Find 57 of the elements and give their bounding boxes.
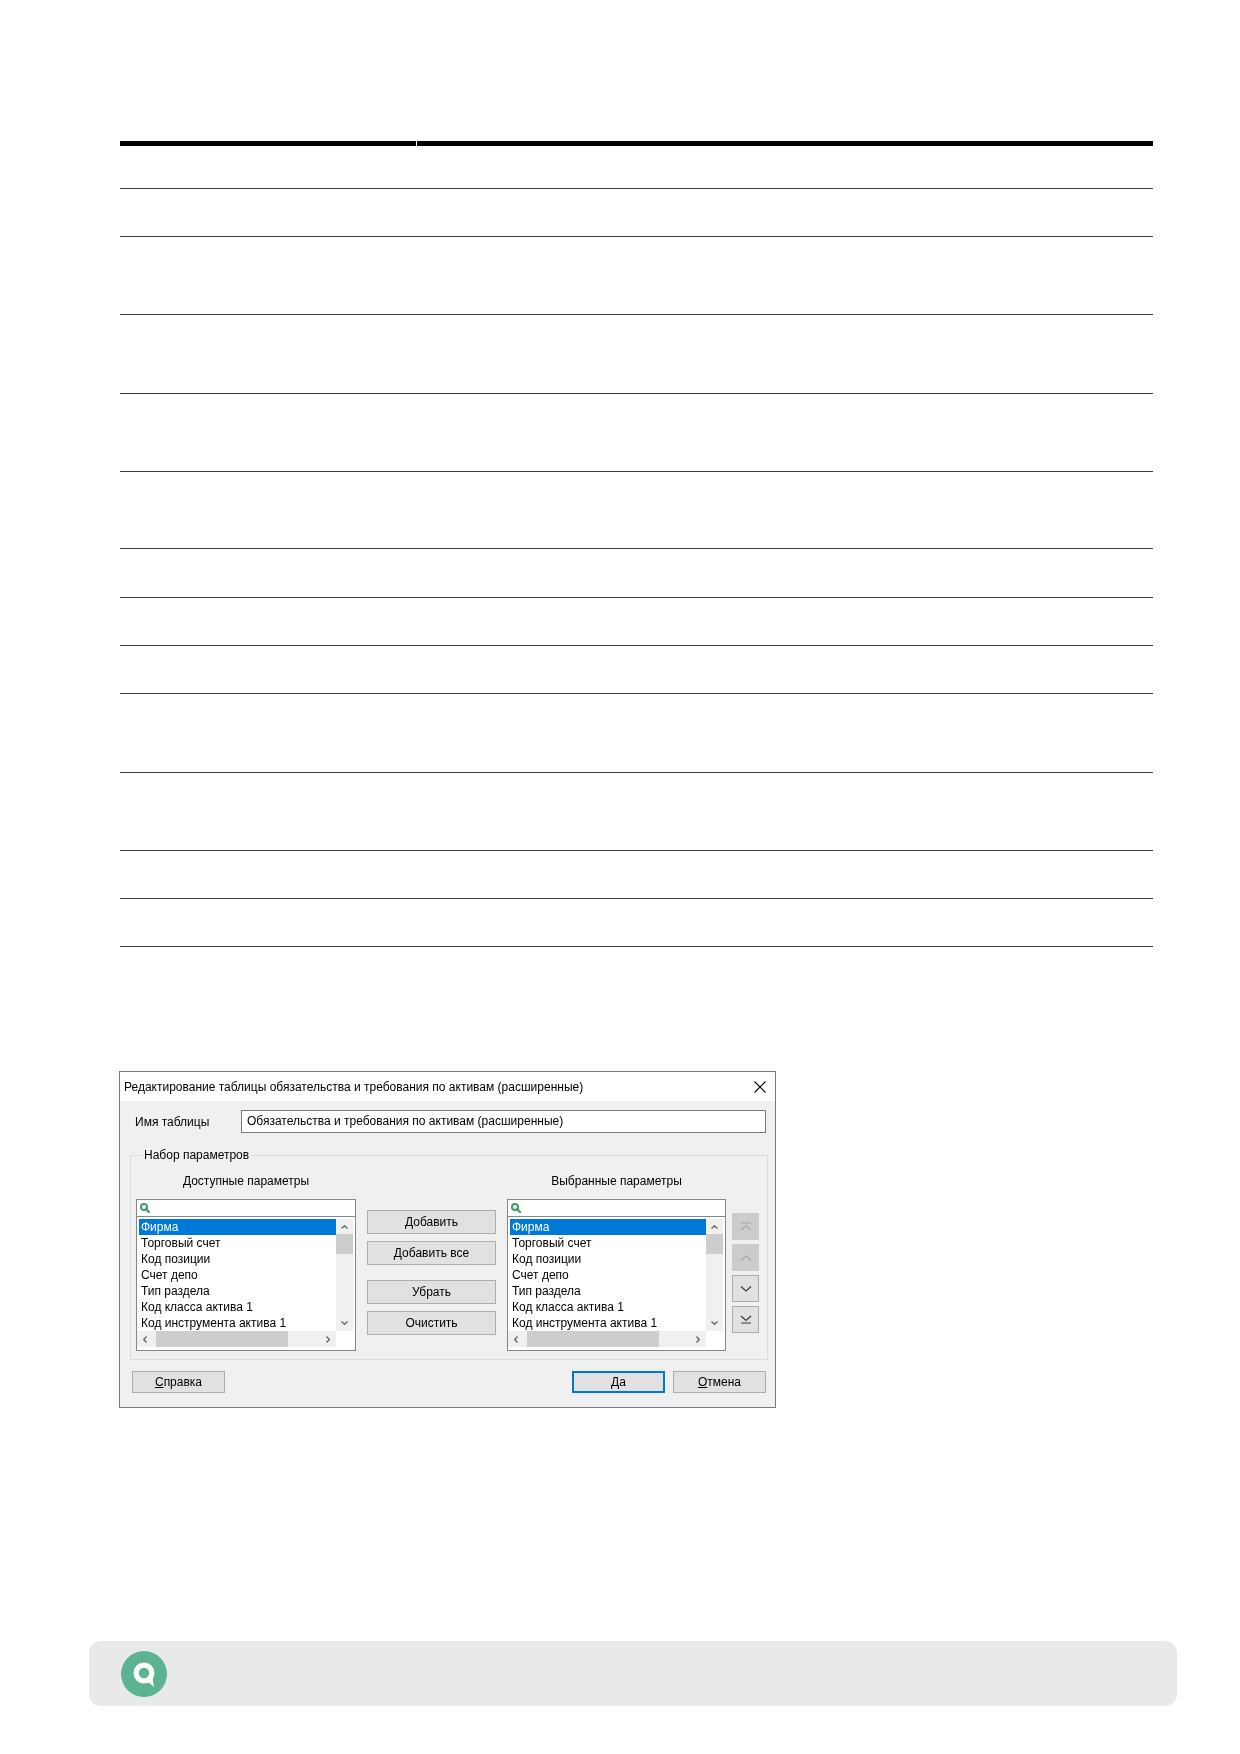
- scroll-thumb[interactable]: [156, 1331, 288, 1347]
- list-item[interactable]: Фирма: [139, 1219, 336, 1235]
- text-field[interactable]: Обязательства и требования по активам (расширенные): [241, 1110, 766, 1133]
- caret-right-icon[interactable]: [326, 1335, 330, 1343]
- scroll-thumb[interactable]: [706, 1234, 723, 1254]
- list-title: Доступные параметры: [182, 1174, 310, 1189]
- move-button[interactable]: [732, 1306, 759, 1333]
- list-item[interactable]: Торговый счет: [139, 1235, 336, 1251]
- window-title: Редактирование таблицы обязательства и требования по активам (расширенные): [124, 1079, 584, 1094]
- dialog-button[interactable]: Справка: [132, 1371, 225, 1393]
- horizontal-scrollbar[interactable]: [508, 1331, 706, 1347]
- list-item[interactable]: Счет депо: [510, 1267, 706, 1283]
- search-field[interactable]: [508, 1200, 725, 1217]
- caret-down-icon: [739, 1285, 752, 1292]
- caret-up-icon[interactable]: [341, 1225, 348, 1229]
- list-item[interactable]: Код позиции: [510, 1251, 706, 1267]
- caret-right-icon[interactable]: [696, 1335, 700, 1343]
- list-item[interactable]: Тип раздела: [139, 1283, 336, 1299]
- action-button[interactable]: Очистить: [367, 1311, 496, 1335]
- action-button[interactable]: Убрать: [367, 1280, 496, 1304]
- caret-down-icon[interactable]: [341, 1321, 348, 1325]
- caret-up-icon: [739, 1254, 752, 1261]
- caret-left-icon[interactable]: [514, 1335, 518, 1343]
- search-icon: [140, 1203, 150, 1213]
- list-box[interactable]: Фирма Торговый счет Код позиции Счет депо Тип раздела Код класса актива 1 Код инструмента актива 1: [136, 1199, 356, 1351]
- list-item[interactable]: Фирма: [510, 1219, 706, 1235]
- list-item[interactable]: Код класса актива 1: [139, 1299, 336, 1315]
- vertical-scrollbar[interactable]: [336, 1219, 353, 1331]
- group-title: Набор параметров: [143, 1148, 251, 1163]
- move-button[interactable]: [732, 1275, 759, 1302]
- list-item[interactable]: Код инструмента актива 1: [139, 1315, 336, 1331]
- search-field[interactable]: [137, 1200, 355, 1217]
- search-icon: [511, 1203, 521, 1213]
- list-item[interactable]: Код класса актива 1: [510, 1299, 706, 1315]
- list-title: Выбранные параметры: [551, 1174, 682, 1189]
- scroll-thumb[interactable]: [336, 1234, 353, 1254]
- list-box[interactable]: Фирма Торговый счет Код позиции Счет депо Тип раздела Код класса актива 1 Код инструмента актива 1: [507, 1199, 726, 1351]
- scroll-thumb[interactable]: [527, 1331, 659, 1347]
- action-button[interactable]: Добавить: [367, 1210, 496, 1234]
- vertical-scrollbar[interactable]: [706, 1219, 723, 1331]
- list-item[interactable]: Тип раздела: [510, 1283, 706, 1299]
- action-button[interactable]: Добавить все: [367, 1241, 496, 1265]
- list-item[interactable]: Код позиции: [139, 1251, 336, 1267]
- caret-left-icon[interactable]: [143, 1335, 147, 1343]
- close-icon[interactable]: [754, 1080, 766, 1093]
- speech-bubble-icon: [121, 1651, 167, 1697]
- move-top-icon: [739, 1222, 752, 1231]
- list-item[interactable]: Код инструмента актива 1: [510, 1315, 706, 1331]
- move-bottom-icon: [739, 1315, 752, 1324]
- caret-up-icon[interactable]: [711, 1225, 718, 1229]
- horizontal-scrollbar[interactable]: [137, 1331, 336, 1347]
- dialog-button[interactable]: Отмена: [673, 1371, 766, 1393]
- field-label: Имя таблицы: [135, 1114, 211, 1129]
- list-item[interactable]: Торговый счет: [510, 1235, 706, 1251]
- caret-down-icon[interactable]: [711, 1321, 718, 1325]
- list-item[interactable]: Счет депо: [139, 1267, 336, 1283]
- dialog-button[interactable]: Да: [572, 1371, 665, 1393]
